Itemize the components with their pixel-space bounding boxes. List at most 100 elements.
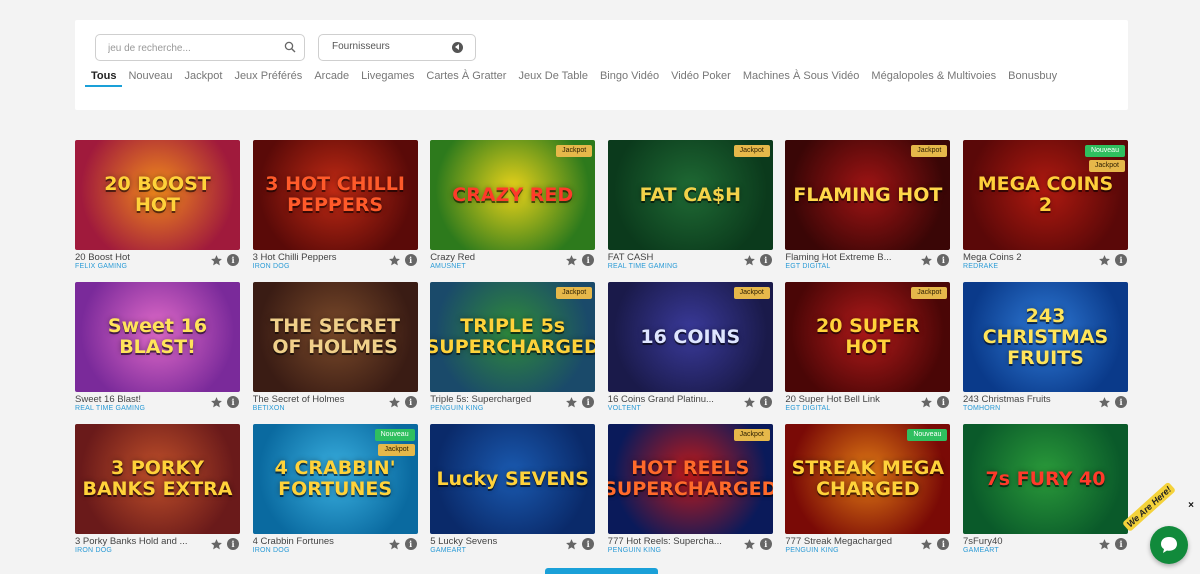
game-thumbnail[interactable]: TRIPLE 5s SUPERCHARGED Jackpot [430,282,596,392]
favorite-star-icon[interactable] [388,396,401,409]
chat-tag[interactable]: We Are Here! [1121,481,1177,532]
info-icon[interactable]: i [759,254,772,266]
tab-bingo-vidéo[interactable]: Bingo Vidéo [594,69,665,87]
favorite-star-icon[interactable] [1098,396,1111,409]
game-thumbnail[interactable]: 20 BOOST HOT [75,140,240,250]
chat-close-icon[interactable]: × [1188,500,1194,511]
chat-button[interactable] [1150,526,1188,564]
info-icon[interactable]: i [404,254,417,266]
favorite-star-icon[interactable] [1098,538,1111,551]
game-thumbnail[interactable]: Lucky SEVENS [430,424,596,534]
tab-cartes-à-gratter[interactable]: Cartes À Gratter [420,69,512,87]
search-input[interactable] [106,38,280,58]
game-name[interactable]: 7sFury40 [963,536,1003,547]
game-card[interactable]: STREAK MEGA CHARGED Nouveau 777 Streak Meg… [785,424,951,566]
info-icon[interactable]: i [582,538,595,550]
game-name[interactable]: 3 Porky Banks Hold and ... [75,536,187,547]
tab-machines-à-sous-vidéo[interactable]: Machines À Sous Vidéo [737,69,866,87]
tab-jeux-de-table[interactable]: Jeux De Table [512,69,594,87]
game-thumbnail[interactable]: Sweet 16 BLAST! [75,282,240,392]
game-card[interactable]: Lucky SEVENS 5 Lucky Sevens GAMEART i [430,424,596,566]
tab-bonusbuy[interactable]: Bonusbuy [1002,69,1063,87]
game-name[interactable]: FAT CASH [608,252,654,263]
game-thumbnail[interactable]: CRAZY RED Jackpot [430,140,596,250]
game-card[interactable]: 20 SUPER HOT Jackpot 20 Super Hot Bell Lin… [785,282,951,424]
game-name[interactable]: Triple 5s: Supercharged [430,394,531,405]
game-name[interactable]: 4 Crabbin Fortunes [253,536,334,547]
game-thumbnail[interactable]: 3 PORKY BANKS EXTRA [75,424,240,534]
game-name[interactable]: 20 Super Hot Bell Link [785,394,880,405]
game-thumbnail[interactable]: 16 COINS Jackpot [607,282,773,392]
tab-tous[interactable]: Tous [85,69,123,87]
game-card[interactable]: 16 COINS Jackpot 16 Coins Grand Platinu...… [607,282,773,424]
game-name[interactable]: Flaming Hot Extreme B... [785,252,891,263]
favorite-star-icon[interactable] [565,254,578,267]
game-name[interactable]: The Secret of Holmes [253,394,345,405]
game-card[interactable]: Sweet 16 BLAST! Sweet 16 Blast! REAL TIME … [75,282,240,424]
game-thumbnail[interactable]: FLAMING HOT Jackpot [785,140,951,250]
tab-jackpot[interactable]: Jackpot [179,69,229,87]
game-name[interactable]: 777 Streak Megacharged [785,536,892,547]
game-thumbnail[interactable]: 3 HOT CHILLI PEPPERS [252,140,418,250]
game-thumbnail[interactable]: HOT REELS SUPERCHARGED Jackpot [607,424,773,534]
info-icon[interactable]: i [227,538,239,550]
provider-select[interactable]: Fournisseurs [318,34,476,61]
game-name[interactable]: Mega Coins 2 [963,252,1022,263]
game-card[interactable]: 243 CHRISTMAS FRUITS 243 Christmas Fruits… [962,282,1128,424]
game-card[interactable]: THE SECRET OF HOLMES The Secret of Holmes… [252,282,418,424]
game-name[interactable]: 243 Christmas Fruits [963,394,1051,405]
game-thumbnail[interactable]: 4 CRABBIN' FORTUNES Nouveau Jackpot [252,424,418,534]
game-card[interactable]: CRAZY RED Jackpot Crazy Red AMUSNET i [430,140,596,282]
favorite-star-icon[interactable] [743,396,756,409]
game-thumbnail[interactable]: 7s FURY 40 [962,424,1128,534]
game-name[interactable]: Crazy Red [430,252,475,263]
info-icon[interactable]: i [582,254,595,266]
game-name[interactable]: 5 Lucky Sevens [430,536,497,547]
favorite-star-icon[interactable] [920,396,933,409]
search-icon[interactable] [284,41,296,53]
load-more-button[interactable] [545,568,658,574]
tab-arcade[interactable]: Arcade [308,69,355,87]
info-icon[interactable]: i [937,254,950,266]
info-icon[interactable]: i [582,396,595,408]
info-icon[interactable]: i [1114,396,1127,408]
favorite-star-icon[interactable] [388,254,401,267]
favorite-star-icon[interactable] [920,538,933,551]
info-icon[interactable]: i [404,538,417,550]
tab-mégalopoles-multivoies[interactable]: Mégalopoles & Multivoies [865,69,1002,87]
info-icon[interactable]: i [759,396,772,408]
info-icon[interactable]: i [227,396,239,408]
game-card[interactable]: TRIPLE 5s SUPERCHARGED Jackpot Triple 5s: … [430,282,596,424]
game-card[interactable]: FLAMING HOT Jackpot Flaming Hot Extreme B.… [785,140,951,282]
game-name[interactable]: 16 Coins Grand Platinu... [608,394,714,405]
game-thumbnail[interactable]: 243 CHRISTMAS FRUITS [962,282,1128,392]
game-card[interactable]: FAT CA$H Jackpot FAT CASH REAL TIME GAMING i [607,140,773,282]
game-name[interactable]: 777 Hot Reels: Supercha... [608,536,722,547]
favorite-star-icon[interactable] [388,538,401,551]
game-thumbnail[interactable]: STREAK MEGA CHARGED Nouveau [785,424,951,534]
favorite-star-icon[interactable] [565,538,578,551]
tab-livegames[interactable]: Livegames [355,69,420,87]
info-icon[interactable]: i [404,396,417,408]
favorite-star-icon[interactable] [210,538,223,551]
chevron-left-icon[interactable] [452,42,463,53]
game-card[interactable]: 4 CRABBIN' FORTUNES Nouveau Jackpot 4 Crabb… [252,424,418,566]
info-icon[interactable]: i [1114,538,1127,550]
favorite-star-icon[interactable] [743,538,756,551]
game-card[interactable]: HOT REELS SUPERCHARGED Jackpot 777 Hot Ree… [607,424,773,566]
game-name[interactable]: 20 Boost Hot [75,252,130,263]
tab-jeux-préférés[interactable]: Jeux Préférés [228,69,308,87]
favorite-star-icon[interactable] [920,254,933,267]
favorite-star-icon[interactable] [210,396,223,409]
info-icon[interactable]: i [937,396,950,408]
favorite-star-icon[interactable] [1098,254,1111,267]
info-icon[interactable]: i [227,254,239,266]
favorite-star-icon[interactable] [210,254,223,267]
favorite-star-icon[interactable] [565,396,578,409]
game-card[interactable]: MEGA COINS 2 Nouveau Jackpot Mega Coins 2 RE… [962,140,1128,282]
game-name[interactable]: 3 Hot Chilli Peppers [253,252,337,263]
game-card[interactable]: 3 HOT CHILLI PEPPERS 3 Hot Chilli Peppers… [252,140,418,282]
tab-vidéo-poker[interactable]: Vidéo Poker [665,69,737,87]
game-name[interactable]: Sweet 16 Blast! [75,394,141,405]
favorite-star-icon[interactable] [743,254,756,267]
